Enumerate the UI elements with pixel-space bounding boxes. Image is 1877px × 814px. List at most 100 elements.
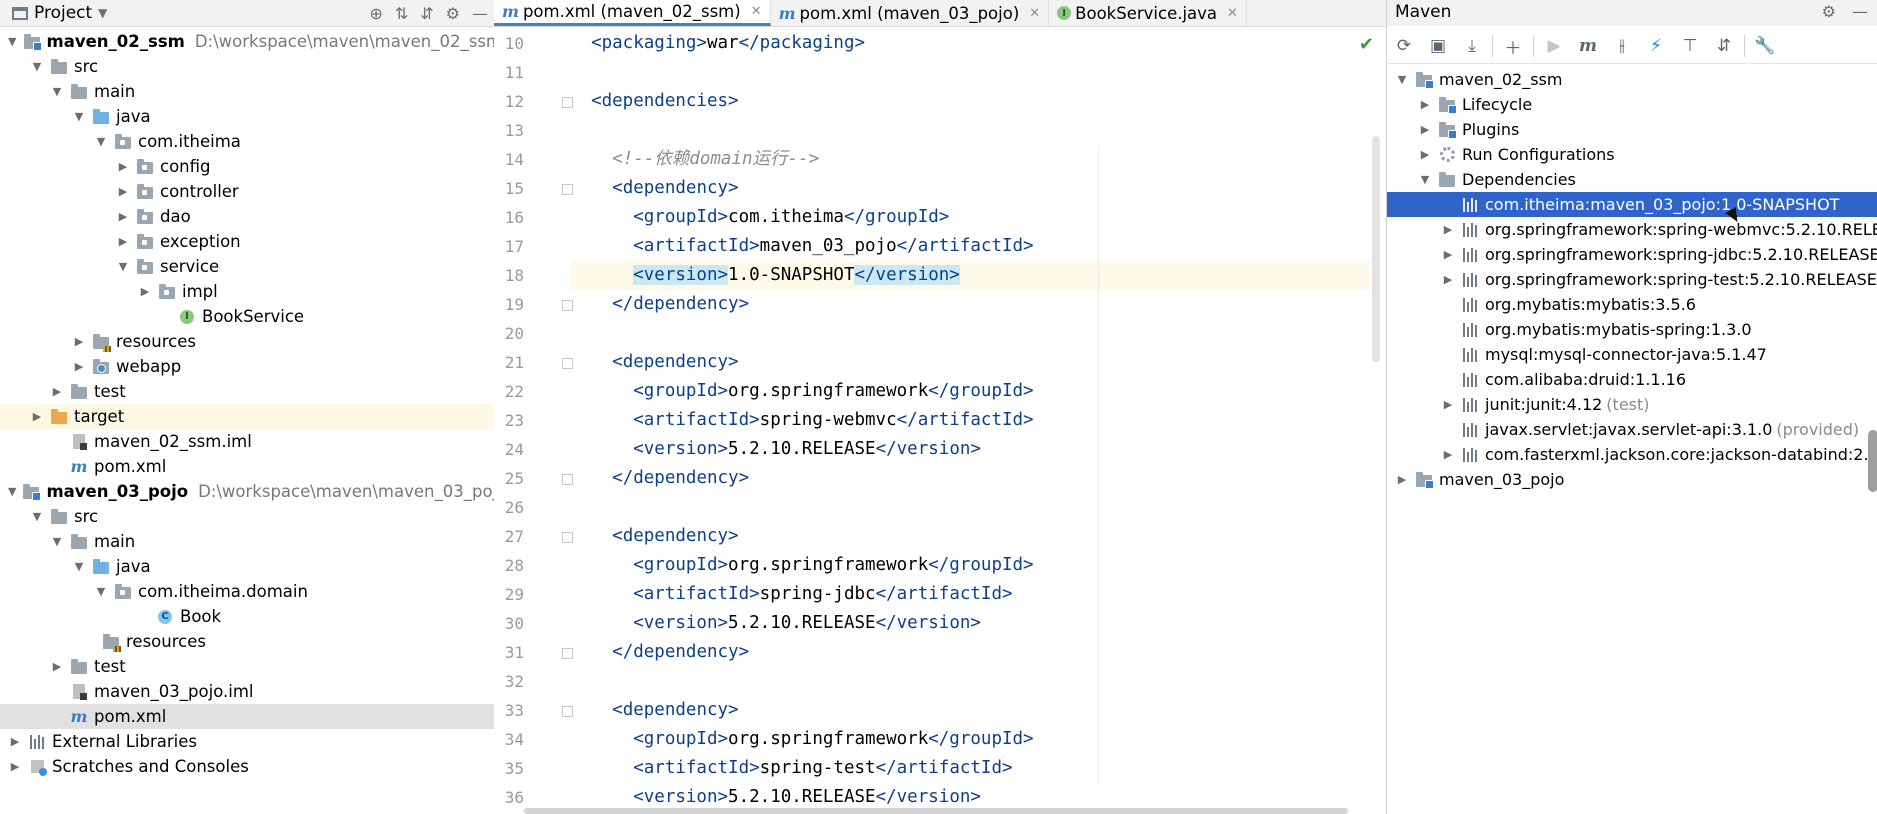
code-area[interactable]: <packaging>war</packaging> <dependencies… <box>570 29 1370 814</box>
tab-pom-maven-02-ssm[interactable]: m pom.xml (maven_02_ssm) ✕ <box>494 0 771 26</box>
tree-item-scratches[interactable]: ▶ Scratches and Consoles <box>0 754 502 779</box>
close-icon[interactable]: ✕ <box>1227 6 1238 21</box>
tree-item-src[interactable]: ▼ src <box>0 504 524 529</box>
tree-item-external-libraries[interactable]: ▶ External Libraries <box>0 729 502 754</box>
tree-item-maven-02-ssm-iml[interactable]: maven_02_ssm.iml <box>0 429 544 454</box>
tree-item-java[interactable]: ▼ java <box>0 554 566 579</box>
gear-icon[interactable]: ⚙ <box>446 4 460 23</box>
chevron-right-icon[interactable]: ▶ <box>50 385 64 399</box>
maven-dependency[interactable]: org.mybatis:mybatis-spring:1.3.0 <box>1387 317 1877 342</box>
add-icon[interactable]: ＋ <box>1496 31 1530 61</box>
wrench-icon[interactable]: 🔧 <box>1748 31 1782 61</box>
tree-item-maven-03-pojo[interactable]: ▼ maven_03_pojo D:\workspace\maven\maven… <box>0 479 507 504</box>
chevron-right-icon[interactable]: ▶ <box>8 735 22 749</box>
chevron-right-icon[interactable]: ▶ <box>1418 98 1432 112</box>
minimize-icon[interactable]: — <box>472 4 488 23</box>
chevron-right-icon[interactable]: ▶ <box>1395 473 1409 487</box>
tree-item-main[interactable]: ▼ main <box>0 79 544 104</box>
chevron-right-icon[interactable]: ▶ <box>138 285 152 299</box>
expand-all-icon[interactable]: ⇅ <box>395 4 408 23</box>
tree-item-pom-xml-selected[interactable]: m pom.xml <box>0 704 544 729</box>
chevron-right-icon[interactable]: ▶ <box>72 360 86 374</box>
tree-item-webapp[interactable]: ▶ webapp <box>0 354 566 379</box>
toggle-offline-icon[interactable]: ⫲ <box>1605 31 1639 61</box>
maven-dependency[interactable]: ▶ org.springframework:spring-webmvc:5.2.… <box>1387 217 1877 242</box>
skip-tests-icon[interactable]: ⚡ <box>1639 31 1673 61</box>
locate-icon[interactable]: ⊕ <box>369 4 382 23</box>
tree-item-test[interactable]: ▶ test <box>0 654 544 679</box>
generate-sources-icon[interactable]: ▣ <box>1421 31 1455 61</box>
maven-dependency[interactable]: ▶ com.fasterxml.jackson.core:jackson-dat… <box>1387 442 1877 467</box>
chevron-right-icon[interactable]: ▶ <box>116 185 130 199</box>
chevron-down-icon[interactable]: ▼ <box>94 135 108 149</box>
maven-dependency[interactable]: ▶ org.springframework:spring-test:5.2.10… <box>1387 267 1877 292</box>
maven-dependency-selected[interactable]: com.itheima:maven_03_pojo:1.0-SNAPSHOT <box>1387 192 1877 217</box>
tree-item-target[interactable]: ▶ target <box>0 404 524 429</box>
maven-dependency[interactable]: org.mybatis:mybatis:3.5.6 <box>1387 292 1877 317</box>
tree-item-maven-02-ssm[interactable]: ▼ maven_02_ssm D:\workspace\maven\maven_… <box>0 29 502 54</box>
chevron-right-icon[interactable]: ▶ <box>116 210 130 224</box>
chevron-right-icon[interactable]: ▶ <box>1418 123 1432 137</box>
chevron-down-icon[interactable]: ▼ <box>50 535 64 549</box>
chevron-down-icon[interactable]: ▼ <box>8 485 16 499</box>
maven-item-plugins[interactable]: ▶ Plugins <box>1387 117 1877 142</box>
maven-item-maven-02-ssm[interactable]: ▼ maven_02_ssm <box>1387 67 1877 92</box>
maven-item-lifecycle[interactable]: ▶ Lifecycle <box>1387 92 1877 117</box>
maven-dependency[interactable]: ▶ org.springframework:spring-jdbc:5.2.10… <box>1387 242 1877 267</box>
chevron-down-icon[interactable]: ▼ <box>72 110 86 124</box>
show-dependencies-icon[interactable]: ⊤ <box>1673 31 1707 61</box>
chevron-right-icon[interactable]: ▶ <box>1441 273 1455 287</box>
tab-bookservice-java[interactable]: I BookService.java ✕ <box>1049 0 1247 26</box>
chevron-right-icon[interactable]: ▶ <box>1441 248 1455 262</box>
chevron-right-icon[interactable]: ▶ <box>1441 398 1455 412</box>
chevron-right-icon[interactable]: ▶ <box>1441 448 1455 462</box>
chevron-down-icon[interactable]: ▼ <box>72 560 86 574</box>
collapse-all-icon[interactable]: ⇵ <box>420 4 433 23</box>
chevron-right-icon[interactable]: ▶ <box>50 660 64 674</box>
chevron-right-icon[interactable]: ▶ <box>116 160 130 174</box>
chevron-down-icon[interactable]: ▼ <box>30 510 44 524</box>
project-view-selector[interactable]: Project ▼ <box>12 2 107 24</box>
checkmark-icon[interactable]: ✔ <box>1359 34 1374 55</box>
chevron-down-icon[interactable]: ▼ <box>30 60 44 74</box>
chevron-right-icon[interactable]: ▶ <box>72 335 86 349</box>
maven-dependency[interactable]: com.alibaba:druid:1.1.16 <box>1387 367 1877 392</box>
minimize-icon[interactable]: — <box>1852 2 1868 21</box>
download-icon[interactable]: ⤓ <box>1455 31 1489 61</box>
chevron-down-icon[interactable]: ▼ <box>1418 173 1432 187</box>
gear-icon[interactable]: ⚙ <box>1822 2 1836 21</box>
tab-pom-maven-03-pojo[interactable]: m pom.xml (maven_03_pojo) ✕ <box>771 0 1050 26</box>
editor-horizontal-scrollbar[interactable] <box>524 808 1348 814</box>
tree-item-main[interactable]: ▼ main <box>0 529 544 554</box>
chevron-down-icon[interactable]: ▼ <box>50 85 64 99</box>
maven-item-run-configurations[interactable]: ▶ Run Configurations <box>1387 142 1877 167</box>
maven-item-maven-03-pojo[interactable]: ▶ maven_03_pojo <box>1387 467 1877 492</box>
chevron-down-icon[interactable]: ▼ <box>116 260 130 274</box>
reload-icon[interactable]: ⟳ <box>1387 31 1421 61</box>
collapse-all-icon[interactable]: ⇵ <box>1707 31 1741 61</box>
chevron-right-icon[interactable]: ▶ <box>30 410 44 424</box>
maven-dependency[interactable]: javax.servlet:javax.servlet-api:3.1.0 (p… <box>1387 417 1877 442</box>
execute-goal-icon[interactable]: m <box>1571 31 1605 61</box>
chevron-right-icon[interactable]: ▶ <box>1441 223 1455 237</box>
chevron-right-icon[interactable]: ▶ <box>8 760 22 774</box>
editor-vertical-scrollbar[interactable] <box>1372 136 1380 362</box>
tree-item-src[interactable]: ▼ src <box>0 54 524 79</box>
close-icon[interactable]: ✕ <box>751 4 762 19</box>
close-icon[interactable]: ✕ <box>1029 6 1040 21</box>
chevron-down-icon[interactable]: ▼ <box>94 585 108 599</box>
tree-item-resources[interactable]: ▶ resources <box>0 329 566 354</box>
maven-dependency[interactable]: mysql:mysql-connector-java:5.1.47 <box>1387 342 1877 367</box>
maven-scrollbar[interactable] <box>1868 430 1877 492</box>
tree-item-pom-xml[interactable]: m pom.xml <box>0 454 544 479</box>
chevron-right-icon[interactable]: ▶ <box>1418 148 1432 162</box>
maven-item-dependencies[interactable]: ▼ Dependencies <box>1387 167 1877 192</box>
chevron-right-icon[interactable]: ▶ <box>116 235 130 249</box>
tree-item-maven-03-pojo-iml[interactable]: maven_03_pojo.iml <box>0 679 544 704</box>
chevron-down-icon[interactable]: ▼ <box>8 35 17 49</box>
maven-dependency[interactable]: ▶ junit:junit:4.12 (test) <box>1387 392 1877 417</box>
tree-item-test[interactable]: ▶ test <box>0 379 544 404</box>
run-icon[interactable]: ▶ <box>1537 31 1571 61</box>
tree-item-resources[interactable]: resources <box>0 629 576 654</box>
tree-item-java[interactable]: ▼ java <box>0 104 566 129</box>
